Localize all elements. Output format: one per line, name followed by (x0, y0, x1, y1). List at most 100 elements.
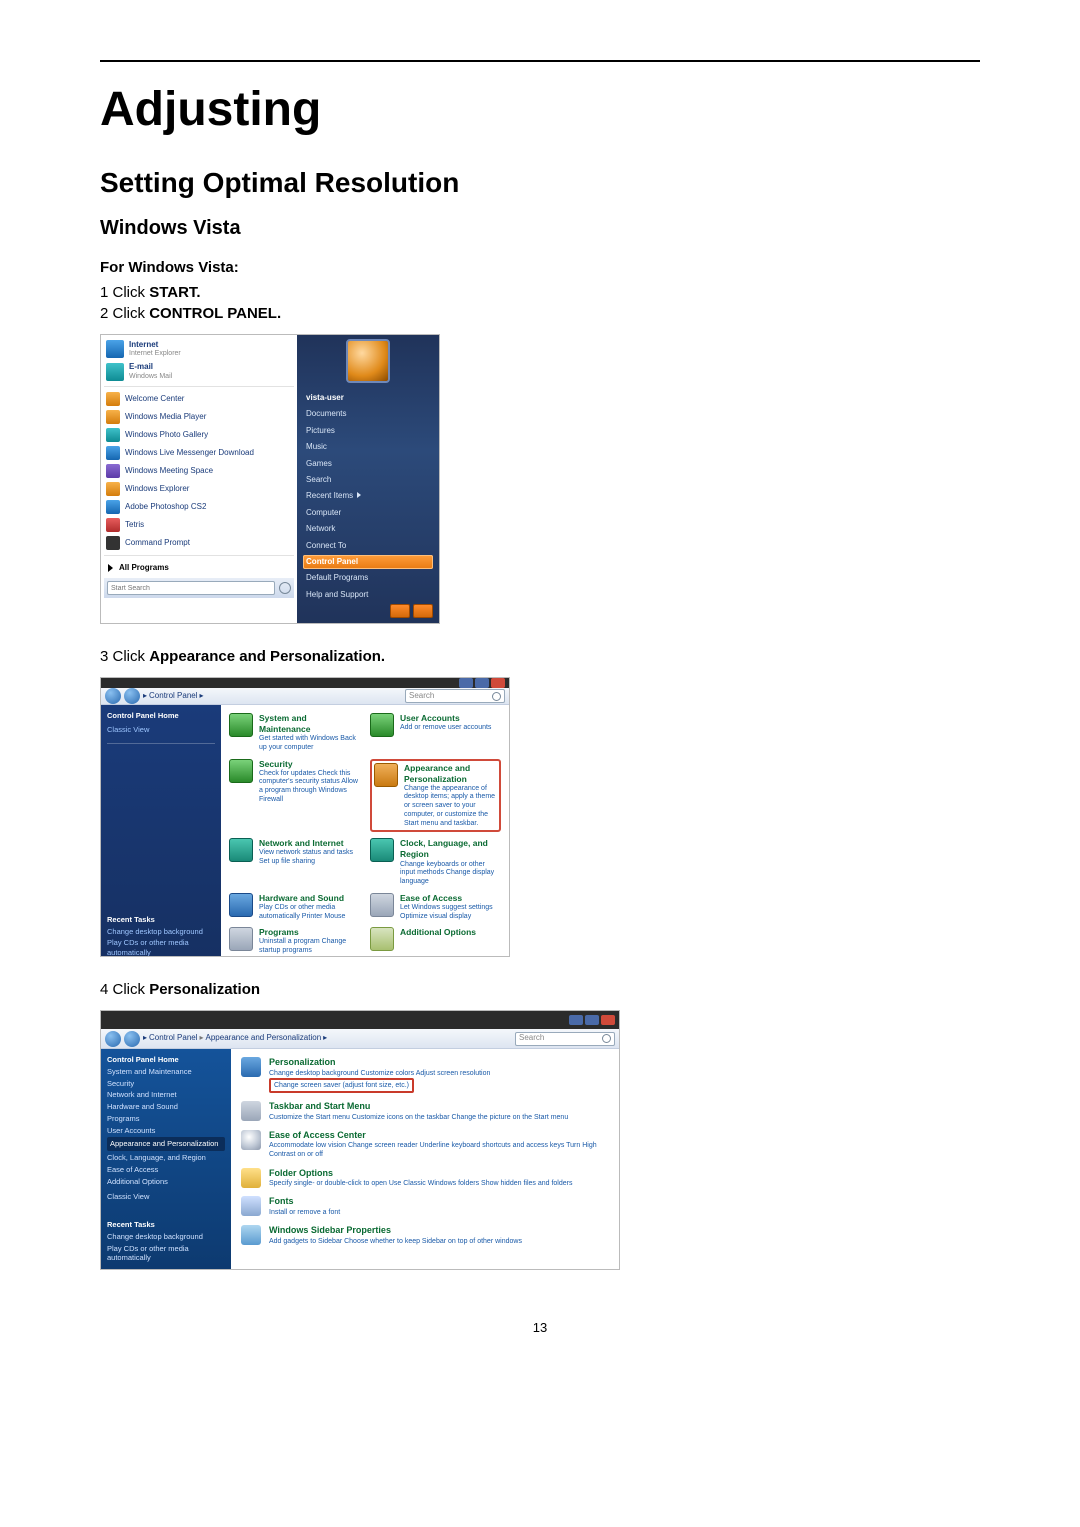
right-item[interactable]: Games (303, 457, 433, 471)
right-item-control-panel[interactable]: Control Panel (303, 555, 433, 569)
step-1: 1 Click START. (100, 284, 980, 301)
lock-button[interactable] (413, 604, 433, 618)
clock-icon (370, 838, 394, 862)
back-button[interactable] (105, 688, 121, 704)
messenger-icon (106, 446, 120, 460)
sidebar-item-current[interactable]: Appearance and Personalization (107, 1137, 225, 1151)
cat-clock[interactable]: Clock, Language, and RegionChange keyboa… (370, 838, 501, 886)
sidebar-item[interactable]: Additional Options (107, 1177, 225, 1187)
sidebar-item[interactable]: Hardware and Sound (107, 1102, 225, 1112)
welcome-icon (106, 392, 120, 406)
cat-additional[interactable]: Additional Options (370, 927, 501, 956)
globe-icon (229, 838, 253, 862)
cat-system[interactable]: System and MaintenanceGet started with W… (229, 713, 360, 753)
start-internet[interactable]: Internet Internet Explorer (104, 339, 294, 359)
right-item[interactable]: Default Programs (303, 571, 433, 585)
cat-user-accounts[interactable]: User AccountsAdd or remove user accounts (370, 713, 501, 753)
cat-network[interactable]: Network and InternetView network status … (229, 838, 360, 886)
minimize-button[interactable] (459, 678, 473, 688)
recent-task-link[interactable]: Change desktop background (107, 1232, 225, 1242)
start-search-input[interactable] (107, 581, 275, 595)
cat-security[interactable]: SecurityCheck for updates Check this com… (229, 759, 360, 833)
row-fonts[interactable]: FontsInstall or remove a font (241, 1196, 609, 1217)
sidebar-item[interactable]: Programs (107, 1114, 225, 1124)
start-item[interactable]: Windows Explorer (104, 481, 294, 497)
start-search-row (104, 578, 294, 598)
monitor-icon (374, 763, 398, 787)
sidebar-item[interactable]: Ease of Access (107, 1165, 225, 1175)
right-item[interactable]: Recent Items (303, 489, 433, 503)
recent-task-link[interactable]: Change desktop background (107, 927, 215, 937)
cat-hardware[interactable]: Hardware and SoundPlay CDs or other medi… (229, 893, 360, 922)
cat-appearance[interactable]: Appearance and PersonalizationChange the… (370, 759, 501, 833)
sidebar-item[interactable]: Network and Internet (107, 1090, 225, 1100)
search-icon[interactable] (279, 582, 291, 594)
cp-home[interactable]: Control Panel Home (107, 711, 215, 721)
step-3: 3 Click Appearance and Personalization. (100, 648, 980, 665)
sidebar-icon (241, 1225, 261, 1245)
right-item[interactable]: Documents (303, 407, 433, 421)
start-item[interactable]: Tetris (104, 517, 294, 533)
section-heading: Setting Optimal Resolution (100, 167, 980, 199)
minimize-button[interactable] (569, 1015, 583, 1025)
recent-task-link[interactable]: Play CDs or other media automatically (107, 938, 215, 957)
sidebar-item[interactable]: Clock, Language, and Region (107, 1153, 225, 1163)
cat-ease-of-access[interactable]: Ease of AccessLet Windows suggest settin… (370, 893, 501, 922)
back-button[interactable] (105, 1031, 121, 1047)
cp-home[interactable]: Control Panel Home (107, 1055, 225, 1065)
right-item[interactable]: Connect To (303, 539, 433, 553)
maximize-button[interactable] (585, 1015, 599, 1025)
start-email[interactable]: E-mail Windows Mail (104, 361, 294, 381)
classic-view-link[interactable]: Classic View (107, 725, 215, 735)
highlight-box: Change screen saver (adjust font size, e… (269, 1078, 414, 1093)
start-item[interactable]: Windows Meeting Space (104, 463, 294, 479)
sidebar-item[interactable]: User Accounts (107, 1126, 225, 1136)
start-item[interactable]: Welcome Center (104, 391, 294, 407)
row-taskbar[interactable]: Taskbar and Start MenuCustomize the Star… (241, 1101, 609, 1122)
row-folder[interactable]: Folder OptionsSpecify single- or double-… (241, 1168, 609, 1189)
forward-button[interactable] (124, 688, 140, 704)
right-item[interactable]: Search (303, 473, 433, 487)
user-icon (370, 713, 394, 737)
cat-programs[interactable]: ProgramsUninstall a program Change start… (229, 927, 360, 956)
right-item[interactable]: Help and Support (303, 588, 433, 602)
right-item[interactable]: Network (303, 522, 433, 536)
start-menu-left: Internet Internet Explorer E-mail Window… (101, 335, 297, 624)
breadcrumb[interactable]: ▸Control Panel▸ (143, 691, 204, 701)
start-item[interactable]: Windows Photo Gallery (104, 427, 294, 443)
maximize-button[interactable] (475, 678, 489, 688)
wmp-icon (106, 410, 120, 424)
row-ease[interactable]: Ease of Access CenterAccommodate low vis… (241, 1130, 609, 1160)
classic-view-link[interactable]: Classic View (107, 1192, 225, 1202)
user-picture[interactable] (346, 339, 390, 383)
start-item[interactable]: Windows Media Player (104, 409, 294, 425)
forward-button[interactable] (124, 1031, 140, 1047)
start-item[interactable]: Adobe Photoshop CS2 (104, 499, 294, 515)
sidebar-item[interactable]: System and Maintenance (107, 1067, 225, 1077)
right-item[interactable]: Music (303, 440, 433, 454)
toolbar-search[interactable]: Search (515, 1032, 615, 1046)
toolbar-search[interactable]: Search (405, 689, 505, 703)
right-item[interactable]: Computer (303, 506, 433, 520)
right-user[interactable]: vista-user (303, 391, 433, 405)
start-item[interactable]: Command Prompt (104, 535, 294, 551)
subsection-heading: Windows Vista (100, 217, 980, 240)
close-button[interactable] (491, 678, 505, 688)
power-button[interactable] (390, 604, 410, 618)
cp-sidebar: Control Panel Home Classic View Recent T… (101, 705, 221, 957)
meeting-icon (106, 464, 120, 478)
close-button[interactable] (601, 1015, 615, 1025)
chevron-right-icon (357, 492, 361, 498)
gallery-icon (106, 428, 120, 442)
page-number: 13 (100, 1320, 980, 1335)
page-title: Adjusting (100, 82, 980, 137)
row-sidebar[interactable]: Windows Sidebar PropertiesAdd gadgets to… (241, 1225, 609, 1246)
breadcrumb[interactable]: ▸Control Panel ▸Appearance and Personali… (143, 1033, 327, 1043)
right-item[interactable]: Pictures (303, 424, 433, 438)
start-item[interactable]: Windows Live Messenger Download (104, 445, 294, 461)
all-programs[interactable]: All Programs (104, 560, 294, 576)
recent-task-link[interactable]: Play CDs or other media automatically (107, 1244, 225, 1264)
sidebar-item[interactable]: Security (107, 1079, 225, 1089)
ease-icon (370, 893, 394, 917)
row-personalization[interactable]: Personalization Change desktop backgroun… (241, 1057, 609, 1093)
